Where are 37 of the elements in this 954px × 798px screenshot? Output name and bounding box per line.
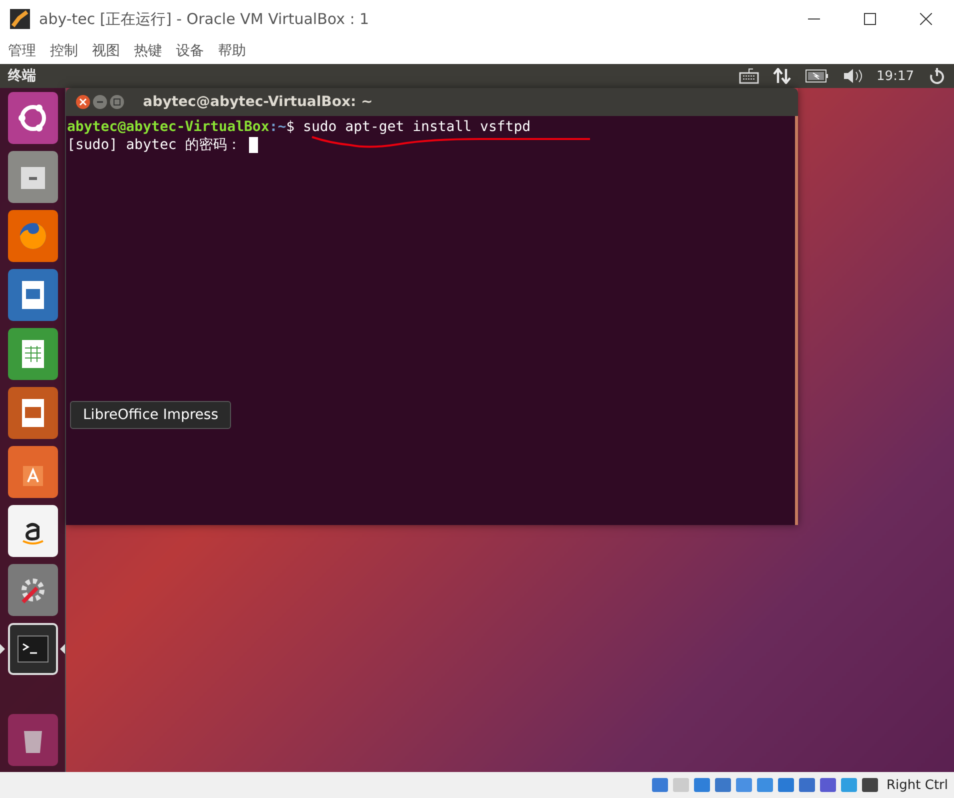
host-key-label: Right Ctrl	[886, 778, 948, 792]
prompt-user: abytec@abytec-VirtualBox	[67, 119, 270, 135]
app-name: 终端	[8, 67, 36, 85]
command-text: $ sudo apt-get install vsftpd	[286, 119, 531, 135]
battery-icon[interactable]	[804, 69, 829, 83]
close-icon	[79, 98, 87, 106]
menu-item[interactable]: 管理	[8, 42, 36, 60]
tooltip: LibreOffice Impress	[70, 401, 232, 429]
device-icon[interactable]	[796, 776, 816, 794]
launcher-icon[interactable]	[8, 505, 58, 557]
password-prompt: [sudo] abytec 的密码：	[67, 136, 242, 154]
window-title: aby-tec [正在运行] - Oracle VM VirtualBox : 1	[39, 10, 370, 28]
device-icon[interactable]	[712, 776, 732, 794]
device-icon[interactable]	[818, 776, 838, 794]
device-icon[interactable]	[860, 776, 880, 794]
maximize-icon	[113, 98, 121, 106]
device-icon[interactable]	[692, 776, 712, 794]
menu-item[interactable]: 视图	[92, 42, 120, 60]
device-icon[interactable]	[650, 776, 670, 794]
power-icon[interactable]	[928, 67, 946, 85]
launcher-icon[interactable]	[8, 623, 58, 675]
close-button[interactable]	[76, 95, 90, 109]
network-icon[interactable]	[772, 68, 791, 84]
menu-item[interactable]: 热键	[134, 42, 162, 60]
maximize-button[interactable]	[110, 95, 124, 109]
keyboard-icon[interactable]	[738, 68, 759, 84]
menu-item[interactable]: 设备	[176, 42, 204, 60]
text-cursor	[249, 137, 258, 153]
volume-icon[interactable]	[842, 68, 863, 84]
menu-item[interactable]: 帮助	[218, 42, 246, 60]
device-icon[interactable]	[776, 776, 796, 794]
cube-icon	[9, 8, 31, 30]
clock[interactable]: 19:17	[876, 68, 914, 84]
menu-item[interactable]: 控制	[50, 42, 78, 60]
prompt-path: :~	[269, 119, 286, 135]
focus-indicator	[60, 644, 65, 654]
terminal-title: abytec@abytec-VirtualBox: ~	[143, 94, 373, 110]
